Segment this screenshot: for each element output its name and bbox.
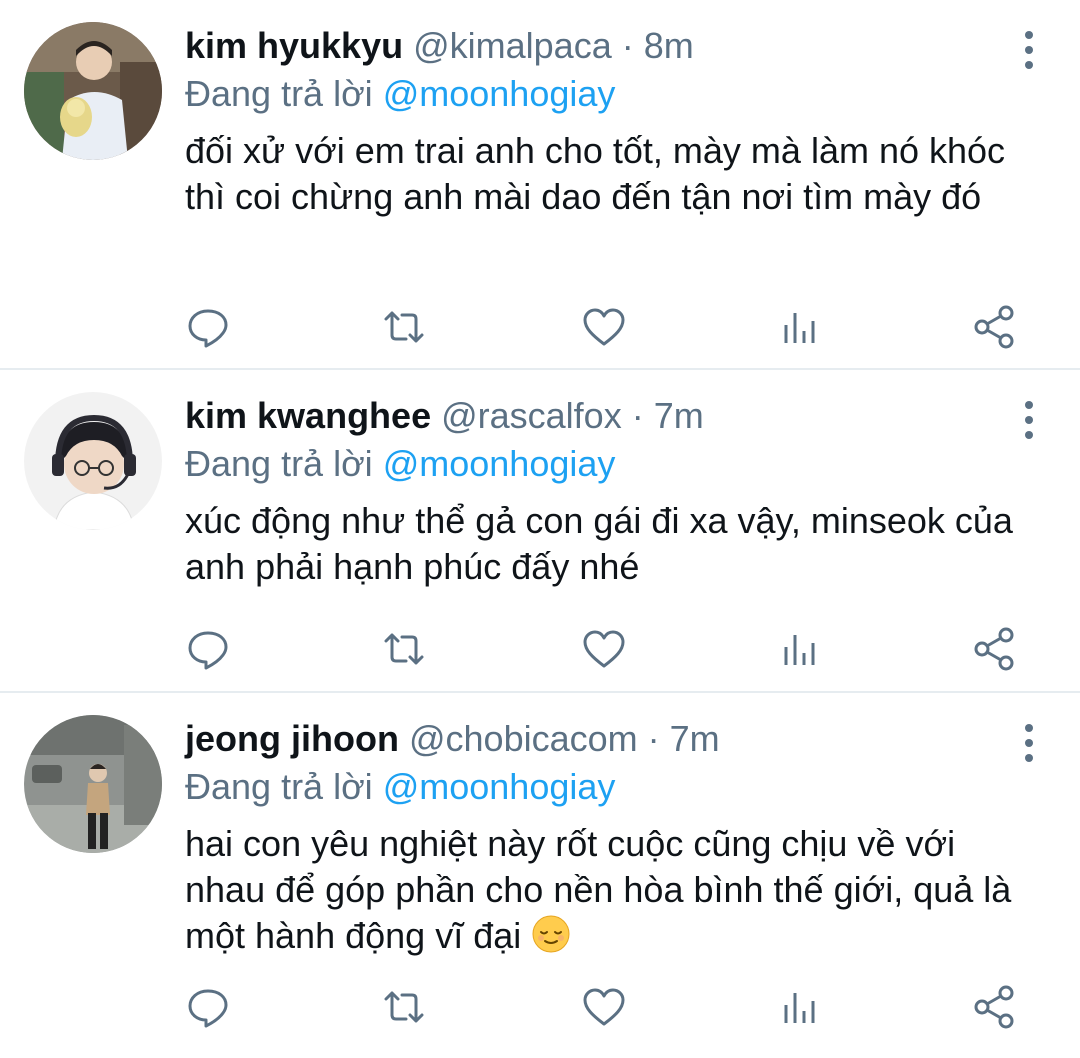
more-options-icon[interactable] xyxy=(1022,400,1036,440)
reply-icon[interactable] xyxy=(184,983,232,1031)
tweet-header: kim hyukkyu @kimalpaca · 8m xyxy=(185,22,1040,70)
tweet-text: hai con yêu nghiệt này rốt cuộc cũng chị… xyxy=(185,821,1045,959)
separator: · xyxy=(631,395,644,436)
stats-icon[interactable] xyxy=(776,303,824,351)
avatar-photo xyxy=(24,22,162,160)
share-icon[interactable] xyxy=(970,625,1018,673)
avatar-photo xyxy=(24,392,162,530)
retweet-icon[interactable] xyxy=(380,303,428,351)
retweet-icon[interactable] xyxy=(380,625,428,673)
replying-to-label: Đang trả lời xyxy=(185,766,373,807)
more-options-icon[interactable] xyxy=(1022,723,1036,763)
avatar-photo xyxy=(24,715,162,853)
tweet-header: kim kwanghee @rascalfox · 7m xyxy=(185,392,1040,440)
stats-icon[interactable] xyxy=(776,625,824,673)
user-handle[interactable]: @chobicacom xyxy=(409,718,638,759)
reply-icon[interactable] xyxy=(184,303,232,351)
tweet[interactable]: kim hyukkyu @kimalpaca · 8m Đang trả lời… xyxy=(0,0,1080,370)
user-name[interactable]: jeong jihoon xyxy=(185,718,399,759)
mention-link[interactable]: @moonhogiay xyxy=(383,766,616,807)
timestamp[interactable]: 7m xyxy=(670,718,720,759)
tweet[interactable]: jeong jihoon @chobicacom · 7m Đang trả l… xyxy=(0,693,1080,1058)
mention-link[interactable]: @moonhogiay xyxy=(383,443,616,484)
like-icon[interactable] xyxy=(580,983,628,1031)
separator: · xyxy=(621,25,634,66)
tweet-text-content: hai con yêu nghiệt này rốt cuộc cũng chị… xyxy=(185,823,1012,956)
like-icon[interactable] xyxy=(580,303,628,351)
timestamp[interactable]: 7m xyxy=(654,395,704,436)
tweet-text: đối xử với em trai anh cho tốt, mày mà l… xyxy=(185,130,1006,217)
timestamp[interactable]: 8m xyxy=(644,25,694,66)
replying-to: Đang trả lời @moonhogiay xyxy=(185,763,1040,811)
tweet-actions xyxy=(184,303,1044,351)
reply-icon[interactable] xyxy=(184,625,232,673)
replying-to: Đang trả lời @moonhogiay xyxy=(185,70,1040,118)
avatar[interactable] xyxy=(24,392,162,530)
relieved-face-icon xyxy=(531,914,571,954)
avatar[interactable] xyxy=(24,22,162,160)
stats-icon[interactable] xyxy=(776,983,824,1031)
share-icon[interactable] xyxy=(970,303,1018,351)
avatar[interactable] xyxy=(24,715,162,853)
tweet-header: jeong jihoon @chobicacom · 7m xyxy=(185,715,1040,763)
replying-to-label: Đang trả lời xyxy=(185,73,373,114)
tweet-text: xúc động như thể gả con gái đi xa vậy, m… xyxy=(185,500,1013,587)
tweet-actions xyxy=(184,625,1044,673)
replying-to: Đang trả lời @moonhogiay xyxy=(185,440,1040,488)
user-name[interactable]: kim kwanghee xyxy=(185,395,431,436)
tweet-actions xyxy=(184,983,1044,1031)
user-handle[interactable]: @rascalfox xyxy=(441,395,622,436)
user-handle[interactable]: @kimalpaca xyxy=(413,25,612,66)
like-icon[interactable] xyxy=(580,625,628,673)
separator: · xyxy=(647,718,660,759)
tweet[interactable]: kim kwanghee @rascalfox · 7m Đang trả lờ… xyxy=(0,370,1080,693)
retweet-icon[interactable] xyxy=(380,983,428,1031)
replying-to-label: Đang trả lời xyxy=(185,443,373,484)
mention-link[interactable]: @moonhogiay xyxy=(383,73,616,114)
user-name[interactable]: kim hyukkyu xyxy=(185,25,403,66)
share-icon[interactable] xyxy=(970,983,1018,1031)
more-options-icon[interactable] xyxy=(1022,30,1036,70)
